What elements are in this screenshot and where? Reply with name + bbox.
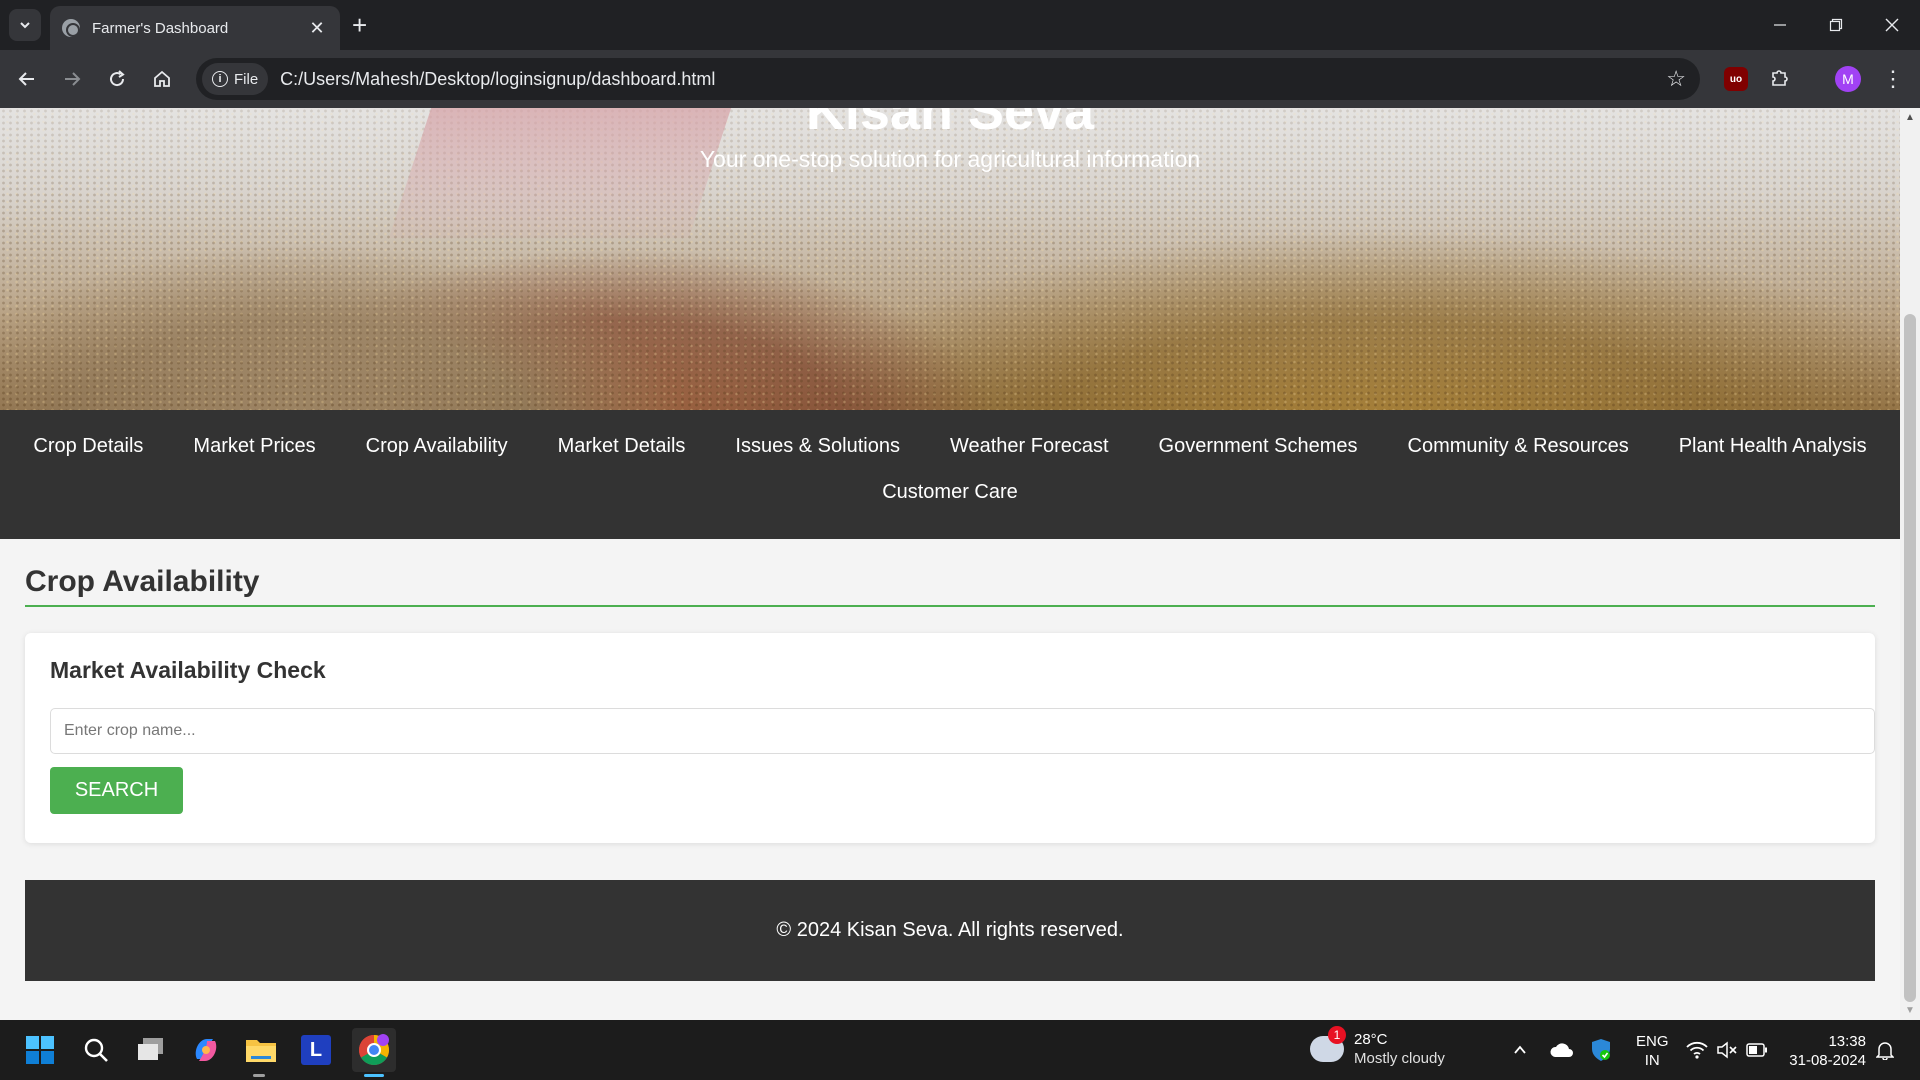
home-icon — [154, 70, 170, 87]
reload-icon — [110, 70, 125, 87]
browser-tab-bar: Farmer's Dashboard ✕ + — [0, 0, 1920, 50]
info-icon: i — [212, 71, 228, 87]
chevron-down-icon — [20, 22, 30, 29]
wifi-icon[interactable] — [1686, 1020, 1708, 1080]
browser-tab[interactable]: Farmer's Dashboard ✕ — [50, 6, 340, 50]
card-title: Market Availability Check — [50, 657, 326, 683]
launcher-l-icon: L — [301, 1035, 331, 1065]
tab-search-button[interactable] — [9, 9, 41, 41]
scrollbar-thumb[interactable] — [1904, 314, 1916, 1002]
cloud-icon: 1 — [1310, 1026, 1346, 1062]
back-button[interactable] — [10, 62, 44, 96]
folder-icon — [246, 1040, 276, 1062]
weather-description: Mostly cloudy — [1354, 1050, 1445, 1067]
clock-date: 31-08-2024 — [1789, 1052, 1866, 1069]
scroll-up-arrow-icon[interactable]: ▲ — [1905, 112, 1915, 123]
start-button[interactable] — [22, 1032, 58, 1068]
weather-widget[interactable]: 1 28°C Mostly cloudy — [1310, 1026, 1445, 1068]
nav-link-market-details[interactable]: Market Details — [533, 430, 711, 462]
weather-notification-badge: 1 — [1328, 1026, 1346, 1044]
main-content: Crop Availability Market Availability Ch… — [25, 555, 1875, 981]
search-icon — [84, 1038, 108, 1062]
nav-link-crop-availability[interactable]: Crop Availability — [341, 430, 533, 462]
url-text[interactable]: C:/Users/Mahesh/Desktop/loginsignup/dash… — [280, 69, 1666, 90]
battery-icon[interactable] — [1746, 1020, 1768, 1080]
site-subtitle: Your one-stop solution for agricultural … — [699, 146, 1201, 172]
launcher-l-button[interactable]: L — [298, 1032, 334, 1068]
arrow-left-icon — [18, 72, 34, 86]
extensions-puzzle-icon[interactable] — [1768, 67, 1792, 91]
security-shield-icon[interactable] — [1590, 1020, 1612, 1080]
tab-title: Farmer's Dashboard — [92, 19, 229, 37]
page-footer: © 2024 Kisan Seva. All rights reserved. — [25, 880, 1875, 981]
site-title: Kisan Seva — [805, 108, 1095, 141]
language-code: ENG — [1636, 1033, 1669, 1050]
nav-link-issues-solutions[interactable]: Issues & Solutions — [710, 430, 925, 462]
region-code: IN — [1644, 1052, 1660, 1069]
site-info-chip[interactable]: i File — [202, 63, 269, 95]
nav-link-weather-forecast[interactable]: Weather Forecast — [925, 430, 1134, 462]
copyright-text: © 2024 Kisan Seva. All rights reserved. — [776, 919, 1124, 941]
onedrive-cloud-icon[interactable] — [1550, 1020, 1574, 1080]
section-title: Crop Availability — [25, 555, 1875, 607]
scroll-down-arrow-icon[interactable]: ▼ — [1905, 1005, 1915, 1016]
task-view-icon — [138, 1038, 163, 1060]
clock-time: 13:38 — [1828, 1033, 1866, 1050]
bookmark-star-icon[interactable]: ☆ — [1666, 66, 1686, 92]
nav-link-government-schemes[interactable]: Government Schemes — [1134, 430, 1383, 462]
browser-toolbar: i File C:/Users/Mahesh/Desktop/loginsign… — [0, 50, 1920, 108]
new-tab-button[interactable]: + — [352, 12, 367, 38]
search-button[interactable]: SEARCH — [50, 767, 183, 814]
windows-logo-icon — [26, 1036, 54, 1064]
reload-button[interactable] — [100, 62, 134, 96]
system-clock[interactable]: 13:38 31-08-2024 — [1786, 1032, 1866, 1070]
arrow-right-icon — [65, 72, 81, 86]
address-bar[interactable]: i File C:/Users/Mahesh/Desktop/loginsign… — [196, 58, 1700, 100]
tray-overflow-chevron-icon[interactable] — [1512, 1020, 1528, 1080]
chrome-taskbar-button[interactable] — [352, 1028, 396, 1072]
crop-name-input[interactable] — [50, 708, 1875, 754]
windows-taskbar: L 1 28°C Mostly cloudy ENG IN 13:38 31-0… — [0, 1020, 1920, 1080]
volume-muted-icon[interactable] — [1716, 1020, 1738, 1080]
taskbar-search-button[interactable] — [78, 1032, 114, 1068]
running-app-indicator — [253, 1074, 265, 1077]
copilot-button[interactable] — [188, 1032, 224, 1068]
main-navigation: Crop Details Market Prices Crop Availabi… — [0, 410, 1900, 539]
nav-link-community-resources[interactable]: Community & Resources — [1383, 430, 1654, 462]
nav-link-customer-care[interactable]: Customer Care — [857, 476, 1043, 508]
forward-button[interactable] — [55, 62, 89, 96]
home-button[interactable] — [145, 62, 179, 96]
window-controls — [1752, 0, 1920, 50]
page-scrollbar[interactable]: ▲ ▼ — [1900, 108, 1920, 1020]
hero-banner: Kisan Seva Your one-stop solution for ag… — [0, 108, 1900, 410]
close-window-button[interactable] — [1864, 0, 1920, 50]
close-tab-icon[interactable]: ✕ — [306, 18, 328, 39]
nav-link-market-prices[interactable]: Market Prices — [168, 430, 340, 462]
availability-card: Market Availability Check SEARCH — [25, 633, 1875, 843]
puzzle-icon — [1772, 70, 1788, 86]
minimize-button[interactable] — [1752, 0, 1808, 50]
notification-bell-icon[interactable] — [1876, 1020, 1894, 1080]
ublock-extension-icon[interactable]: uo — [1724, 67, 1748, 91]
nav-row: Customer Care — [0, 476, 1900, 508]
task-view-button[interactable] — [133, 1032, 169, 1068]
site-chip-label: File — [234, 70, 259, 88]
browser-menu-icon[interactable]: ⋮ — [1882, 62, 1904, 96]
nav-link-plant-health-analysis[interactable]: Plant Health Analysis — [1654, 430, 1892, 462]
copilot-icon — [195, 1039, 217, 1061]
nav-row: Crop Details Market Prices Crop Availabi… — [0, 430, 1900, 462]
globe-icon — [62, 19, 80, 37]
active-app-indicator — [364, 1074, 384, 1077]
close-icon — [1885, 18, 1899, 32]
minimize-icon — [1774, 24, 1786, 26]
weather-temperature: 28°C — [1354, 1031, 1388, 1048]
page-viewport: Kisan Seva Your one-stop solution for ag… — [0, 108, 1920, 1020]
profile-avatar[interactable]: M — [1835, 66, 1861, 92]
input-language-indicator[interactable]: ENG IN — [1636, 1032, 1669, 1070]
file-explorer-button[interactable] — [243, 1032, 279, 1068]
restore-button[interactable] — [1808, 0, 1864, 50]
chrome-icon — [358, 1034, 390, 1066]
restore-icon — [1829, 18, 1843, 32]
nav-link-crop-details[interactable]: Crop Details — [8, 430, 168, 462]
